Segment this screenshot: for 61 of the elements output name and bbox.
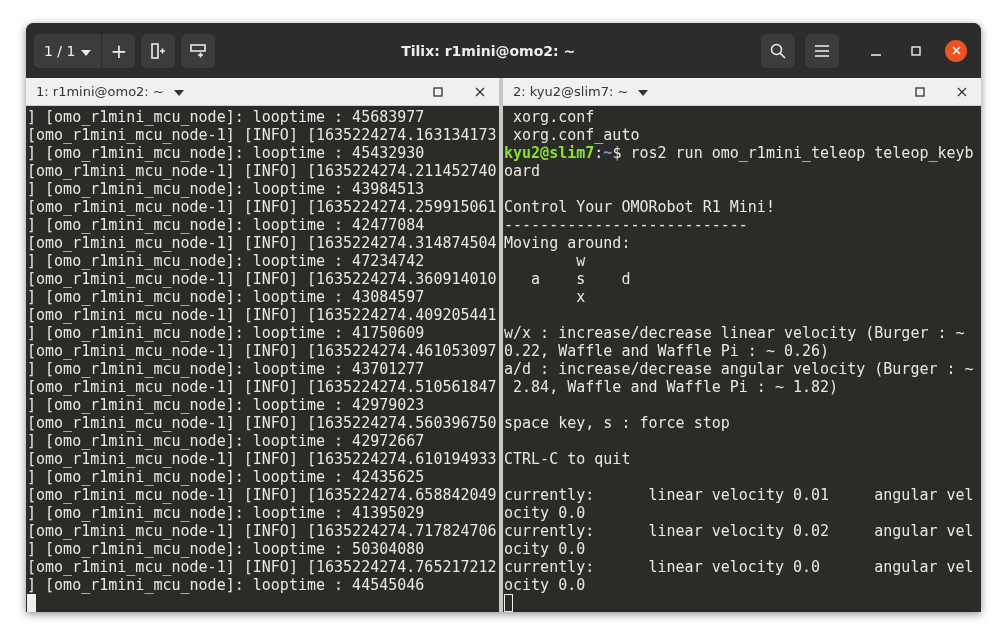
terminal-line: [omo_r1mini_mcu_node-1] [INFO] [1635224274.765217212 (27, 558, 497, 576)
terminal-line: 2.84, Waffle and Waffle Pi : ~ 1.82) (512, 378, 839, 396)
caret-icon (173, 90, 184, 96)
terminal-line: currently: linear velocity 0.02 angular vel (504, 522, 974, 540)
terminal-line: [omo_r1mini_mcu_node-1] [INFO] [1635224274.461053097 (27, 342, 497, 360)
terminal-line: Moving around: (504, 234, 631, 252)
terminal-line: ocity 0.0 (504, 504, 586, 522)
terminal-line: Control Your OMORobot R1 Mini! (504, 198, 775, 216)
terminal-line: a s d (530, 270, 631, 288)
terminal-line: ] [omo_r1mini_mcu_node]: looptime : 42435625 (27, 468, 425, 486)
terminal-line: ] [omo_r1mini_mcu_node]: looptime : 44545046 (27, 576, 425, 594)
terminal-line: ocity 0.0 (504, 576, 586, 594)
terminal-line: xorg.conf_auto (512, 126, 640, 144)
session-switcher[interactable]: 1 / 1 (34, 33, 102, 68)
terminal-line: currently: linear velocity 0.01 angular vel (504, 486, 974, 504)
terminal-line: [omo_r1mini_mcu_node-1] [INFO] [1635224274.314874504 (27, 234, 497, 252)
terminal-line: w/x : increase/decrease linear velocity (Burger : ~ (504, 324, 965, 342)
terminal-line: [omo_r1mini_mcu_node-1] [INFO] [1635224274.510561847 (27, 378, 497, 396)
terminal-line: CTRL-C to quit (504, 450, 631, 468)
terminal-line: space key, s : force stop (504, 414, 730, 432)
terminal-line: ] [omo_r1mini_mcu_node]: looptime : 41750609 (27, 324, 425, 342)
terminal-line: [omo_r1mini_mcu_node-1] [INFO] [1635224274.658842049 (27, 486, 497, 504)
terminal-line: currently: linear velocity 0.0 angular vel (504, 558, 974, 576)
terminal-line: ] [omo_r1mini_mcu_node]: looptime : 42972667 (27, 432, 425, 450)
terminal-line: [omo_r1mini_mcu_node-1] [INFO] [1635224274.610194933 (27, 450, 497, 468)
terminal-line: [omo_r1mini_mcu_node-1] [INFO] [1635224274.259915061 (27, 198, 497, 216)
terminal-line: [omo_r1mini_mcu_node-1] [INFO] [1635224274.163134173 (27, 126, 497, 144)
add-session-button[interactable]: + (101, 33, 136, 68)
terminal-line: ] [omo_r1mini_mcu_node]: looptime : 42979023 (27, 396, 425, 414)
terminal-line: [omo_r1mini_mcu_node-1] [INFO] [1635224274.717824706 (27, 522, 497, 540)
terminal-line: --------------------------- (504, 216, 748, 234)
terminal-line: [omo_r1mini_mcu_node-1] [INFO] [1635224274.211452740 (27, 162, 497, 180)
search-icon[interactable] (761, 33, 795, 68)
terminal-line: ] [omo_r1mini_mcu_node]: looptime : 41395029 (27, 504, 425, 522)
terminal-tab-title[interactable]: 2: kyu2@slim7: ~ (513, 84, 649, 99)
terminal-line: a/d : increase/decrease angular velocity (Burger : ~ (504, 360, 974, 378)
terminal-line: [omo_r1mini_mcu_node-1] [INFO] [1635224274.560396750 (27, 414, 497, 432)
caret-icon (638, 90, 649, 96)
add-terminal-right-icon[interactable] (141, 33, 176, 68)
add-terminal-down-icon[interactable] (181, 33, 216, 68)
terminal-line: w (575, 252, 586, 270)
terminal-line: ] [omo_r1mini_mcu_node]: looptime : 50304080 (27, 540, 425, 558)
terminal-line: [omo_r1mini_mcu_node-1] [INFO] [1635224274.409205441 (27, 306, 497, 324)
window-title: Tilix: r1mini@omo2: ~ (400, 42, 577, 59)
terminal-line: kyu2@slim7:~$ ros2 run omo_r1mini_teleop teleop_keyb (504, 144, 974, 162)
terminal-line: ] [omo_r1mini_mcu_node]: looptime : 43084597 (27, 288, 425, 306)
terminal-line: ] [omo_r1mini_mcu_node]: looptime : 47234742 (27, 252, 425, 270)
caret-icon (81, 49, 92, 56)
terminal-line: ] [omo_r1mini_mcu_node]: looptime : 45683977 (27, 108, 425, 126)
terminal-line: ] [omo_r1mini_mcu_node]: looptime : 43701277 (27, 360, 425, 378)
menu-icon[interactable] (805, 33, 839, 68)
terminal-line: ocity 0.0 (504, 540, 586, 558)
terminal-line: [omo_r1mini_mcu_node-1] [INFO] [1635224274.360914010 (27, 270, 497, 288)
terminal-line: ] [omo_r1mini_mcu_node]: looptime : 45432930 (27, 144, 425, 162)
terminal-line: 0.22, Waffle and Waffle Pi : ~ 0.26) (504, 342, 830, 360)
terminal-line: xorg.conf (512, 108, 595, 126)
terminal-line: ] [omo_r1mini_mcu_node]: looptime : 42477084 (27, 216, 425, 234)
terminal-line: x (575, 288, 586, 306)
terminal-tab-title[interactable]: 1: r1mini@omo2: ~ (36, 84, 184, 99)
terminal-line: oard (504, 162, 541, 180)
terminal-line: ] [omo_r1mini_mcu_node]: looptime : 43984513 (27, 180, 425, 198)
